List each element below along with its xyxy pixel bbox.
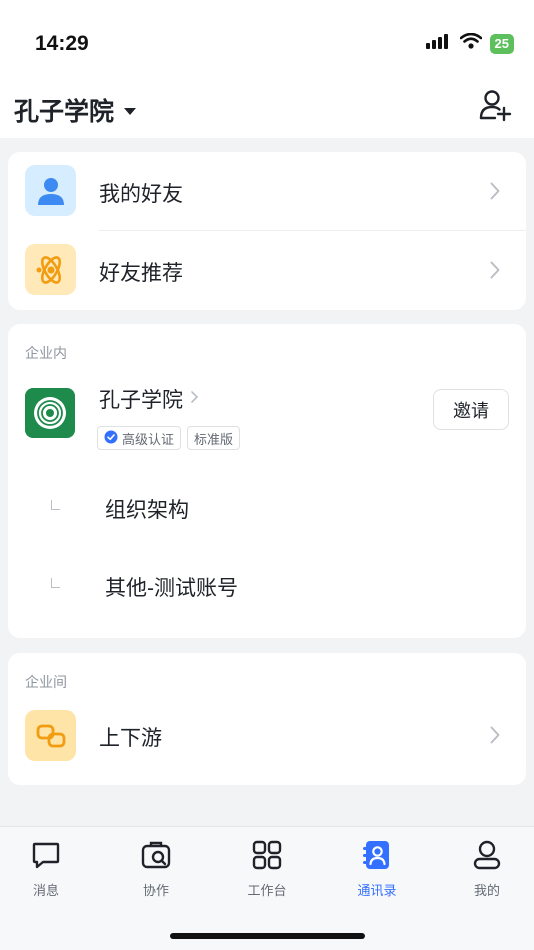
bottom-tab-bar: 消息 协作 工作台 通讯录 我的 <box>0 826 534 950</box>
tab-workbench[interactable]: 工作台 <box>227 839 307 899</box>
section-title-internal: 企业内 <box>25 345 67 361</box>
my-friends-row[interactable]: 我的好友 <box>8 152 526 230</box>
contacts-icon <box>361 839 393 876</box>
status-bar: 14:29 25 <box>0 0 534 84</box>
my-friends-label: 我的好友 <box>99 183 183 206</box>
org-switcher-label: 孔子学院 <box>14 98 115 126</box>
internal-org-card: 企业内 孔子学院 高级认证 标准版 邀请 组织架构 其他-测试账号 <box>8 324 526 638</box>
org-structure-label: 组织架构 <box>105 499 189 522</box>
add-contact-icon[interactable] <box>478 88 512 127</box>
org-switcher[interactable]: 孔子学院 <box>14 92 137 128</box>
tab-collaborate[interactable]: 协作 <box>116 839 196 899</box>
chevron-right-icon <box>490 182 500 205</box>
certified-badge-label: 高级认证 <box>122 431 175 447</box>
chevron-right-icon <box>490 261 500 284</box>
partners-label: 上下游 <box>99 727 162 750</box>
caret-down-icon <box>124 107 137 115</box>
battery-indicator: 25 <box>489 33 514 54</box>
tab-label: 工作台 <box>247 883 287 898</box>
tab-label: 协作 <box>142 883 169 898</box>
tab-contacts[interactable]: 通讯录 <box>337 839 417 899</box>
chat-bubble-icon <box>30 839 62 876</box>
tab-me[interactable]: 我的 <box>447 839 527 899</box>
recommend-icon <box>25 244 76 295</box>
home-indicator <box>170 933 365 939</box>
tab-label: 我的 <box>473 883 500 898</box>
edition-badge: 标准版 <box>187 426 241 450</box>
wifi-icon <box>459 32 482 54</box>
tab-messages[interactable]: 消息 <box>6 839 86 899</box>
friend-recommend-label: 好友推荐 <box>99 262 183 285</box>
tree-connector-icon <box>51 578 60 588</box>
tree-connector-icon <box>51 500 60 510</box>
org-name: 孔子学院 <box>99 389 183 412</box>
profile-icon <box>471 839 503 876</box>
external-org-card: 企业间 上下游 <box>8 653 526 785</box>
status-icons: 25 <box>425 32 514 54</box>
page-header: 孔子学院 <box>0 84 534 138</box>
org-structure-row[interactable]: 组织架构 <box>8 480 526 540</box>
verified-check-icon <box>104 430 118 447</box>
friend-recommend-row[interactable]: 好友推荐 <box>8 231 526 309</box>
tab-label: 消息 <box>32 883 59 898</box>
chevron-right-icon <box>191 390 199 408</box>
tab-label: 通讯录 <box>357 883 397 898</box>
test-accounts-label: 其他-测试账号 <box>105 577 238 600</box>
friends-icon <box>25 165 76 216</box>
section-title-external: 企业间 <box>25 674 67 690</box>
invite-button[interactable]: 邀请 <box>433 389 509 430</box>
test-accounts-row[interactable]: 其他-测试账号 <box>8 558 526 618</box>
org-badges: 高级认证 标准版 <box>97 426 241 450</box>
partners-row[interactable]: 上下游 <box>8 707 526 777</box>
status-time: 14:29 <box>35 32 89 55</box>
edition-badge-label: 标准版 <box>194 431 234 447</box>
collaborate-icon <box>140 839 172 876</box>
friends-card: 我的好友 好友推荐 <box>8 152 526 310</box>
org-logo <box>25 388 75 438</box>
partners-icon <box>25 710 76 761</box>
chevron-right-icon <box>490 726 500 749</box>
signal-icon <box>425 33 452 54</box>
org-name-link[interactable]: 孔子学院 <box>99 384 199 414</box>
certified-badge: 高级认证 <box>97 426 182 450</box>
grid-icon <box>251 839 283 876</box>
